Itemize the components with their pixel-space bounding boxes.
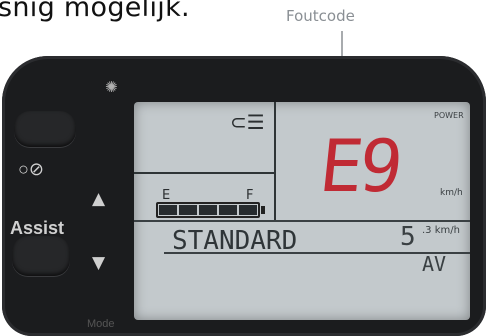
callout-label: Foutcode bbox=[286, 7, 355, 25]
battery-cell bbox=[219, 205, 237, 215]
battery-cell bbox=[159, 205, 177, 215]
power-label: POWER bbox=[434, 111, 464, 120]
battery-gauge bbox=[156, 202, 260, 218]
battery-empty-label: E bbox=[162, 188, 171, 203]
lcd-divider bbox=[134, 220, 470, 222]
bike-display-device: ○⊘ Assist Mode ✺ ▲ ▼ ⊂☰ E F E9 POWER km/… bbox=[2, 56, 486, 336]
assist-up-arrow-icon: ▲ bbox=[92, 189, 106, 209]
error-code: E9 bbox=[315, 124, 404, 208]
assist-mode-text: STANDARD bbox=[172, 226, 298, 256]
light-power-icons: ○⊘ bbox=[18, 159, 44, 179]
battery-full-label: F bbox=[246, 188, 254, 203]
battery-cell bbox=[239, 205, 257, 215]
battery-cell bbox=[179, 205, 197, 215]
battery-tip bbox=[261, 206, 265, 214]
small-speed-unit: .3 km/h bbox=[422, 225, 460, 236]
trip-label: AV bbox=[422, 252, 447, 276]
top-button[interactable] bbox=[14, 111, 76, 147]
left-button-panel: ○⊘ Assist Mode bbox=[2, 56, 115, 336]
battery-cell bbox=[199, 205, 217, 215]
sun-icon: ✺ bbox=[105, 78, 118, 96]
mode-label: Mode bbox=[87, 318, 115, 330]
assist-down-button[interactable] bbox=[12, 236, 70, 276]
lcd-screen: ⊂☰ E F E9 POWER km/h STANDARD 5 .3 km/h … bbox=[134, 102, 470, 320]
small-speed: 5 bbox=[400, 222, 416, 252]
assist-down-arrow-icon: ▼ bbox=[92, 253, 106, 273]
page-caption: snig mogelijk. bbox=[0, 0, 190, 23]
headlight-icon: ⊂☰ bbox=[230, 110, 265, 134]
speed-unit: km/h bbox=[440, 188, 463, 198]
